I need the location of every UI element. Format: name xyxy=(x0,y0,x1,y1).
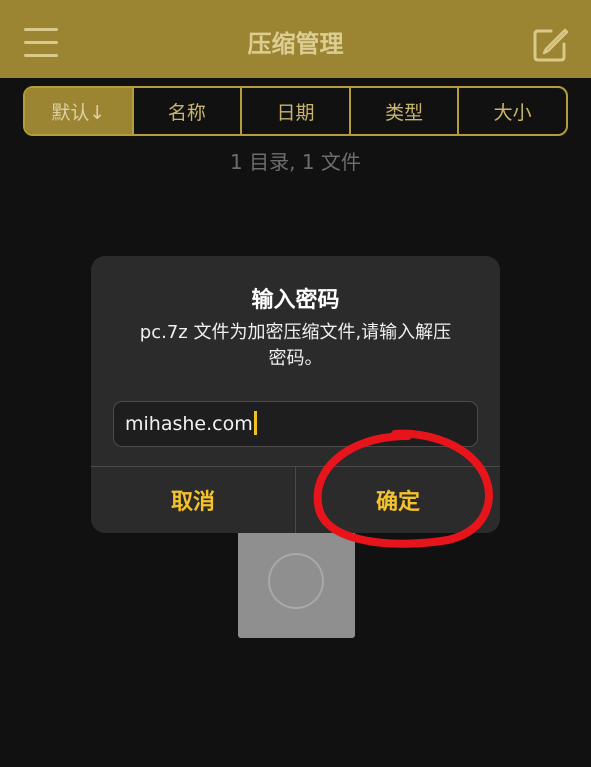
sort-tab-size[interactable]: 大小 xyxy=(457,88,566,134)
page-title: 压缩管理 xyxy=(247,30,344,58)
password-input[interactable]: mihashe.com xyxy=(113,401,478,447)
confirm-button[interactable]: 确定 xyxy=(296,467,500,533)
password-dialog: 输入密码 pc.7z 文件为加密压缩文件,请输入解压 密码。 mihashe.c… xyxy=(91,256,500,533)
sort-tab-default[interactable]: 默认↓ xyxy=(25,88,132,134)
edit-square-icon[interactable] xyxy=(532,27,568,63)
dialog-title: 输入密码 xyxy=(251,288,340,313)
dialog-message: pc.7z 文件为加密压缩文件,请输入解压 密码。 xyxy=(119,320,472,372)
folder-summary-text: 1 目录, 1 文件 xyxy=(230,150,361,174)
sort-tab-name[interactable]: 名称 xyxy=(131,88,241,134)
cancel-button[interactable]: 取消 xyxy=(91,467,295,533)
sort-tab-date[interactable]: 日期 xyxy=(240,88,349,134)
file-item-tile[interactable] xyxy=(238,528,355,638)
sort-tab-type[interactable]: 类型 xyxy=(348,88,458,134)
top-navigation-bar: 压缩管理 xyxy=(0,0,591,78)
password-input-value: mihashe.com xyxy=(125,413,253,435)
dialog-message-line-1: pc.7z 文件为加密压缩文件,请输入解压 xyxy=(139,322,452,343)
text-caret xyxy=(253,410,257,435)
sort-segmented-control: 默认↓ 名称 日期 类型 大小 xyxy=(23,86,568,136)
dialog-message-line-2: 密码。 xyxy=(268,348,323,369)
selection-circle-icon[interactable] xyxy=(268,553,324,609)
